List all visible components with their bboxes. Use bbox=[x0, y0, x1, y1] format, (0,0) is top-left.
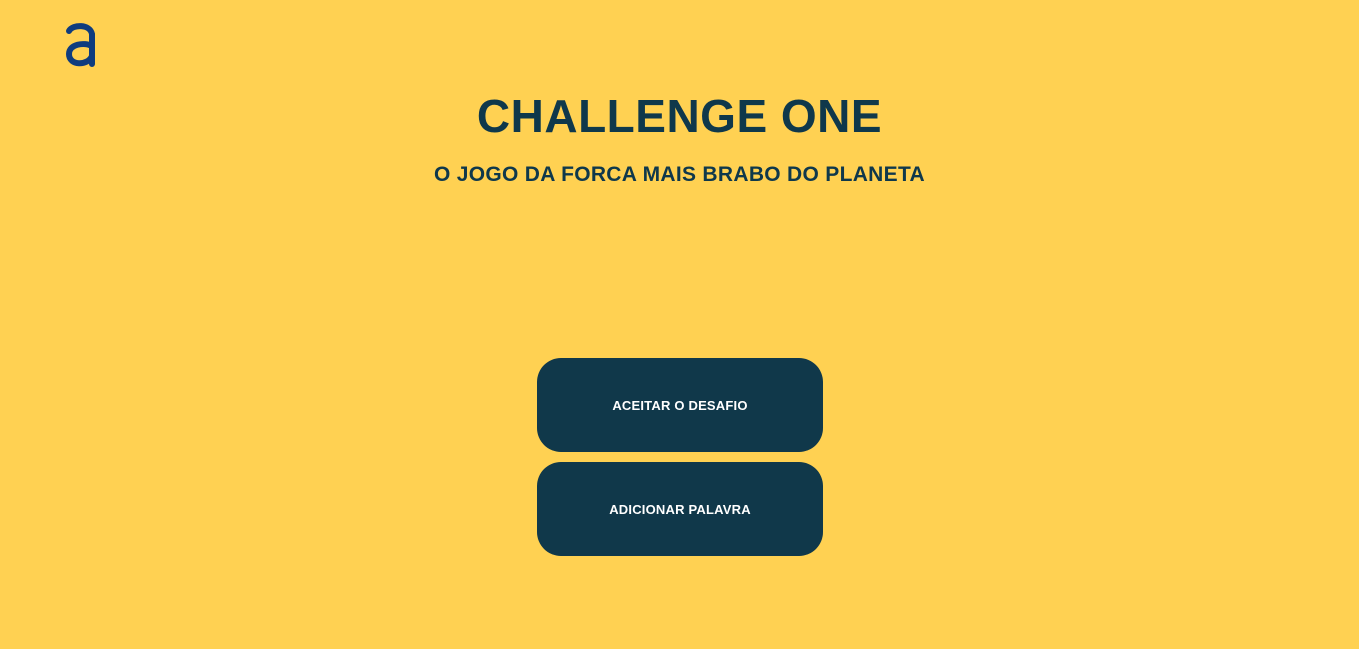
page-title: CHALLENGE ONE bbox=[476, 90, 883, 142]
page-subtitle: O JOGO DA FORCA MAIS BRABO DO PLANETA bbox=[434, 163, 925, 186]
home-screen: CHALLENGE ONE O JOGO DA FORCA MAIS BRABO… bbox=[0, 0, 1359, 649]
accept-challenge-button[interactable]: ACEITAR O DESAFIO bbox=[537, 358, 823, 452]
alura-logo-icon[interactable] bbox=[64, 22, 98, 68]
add-word-button[interactable]: ADICIONAR PALAVRA bbox=[537, 462, 823, 556]
